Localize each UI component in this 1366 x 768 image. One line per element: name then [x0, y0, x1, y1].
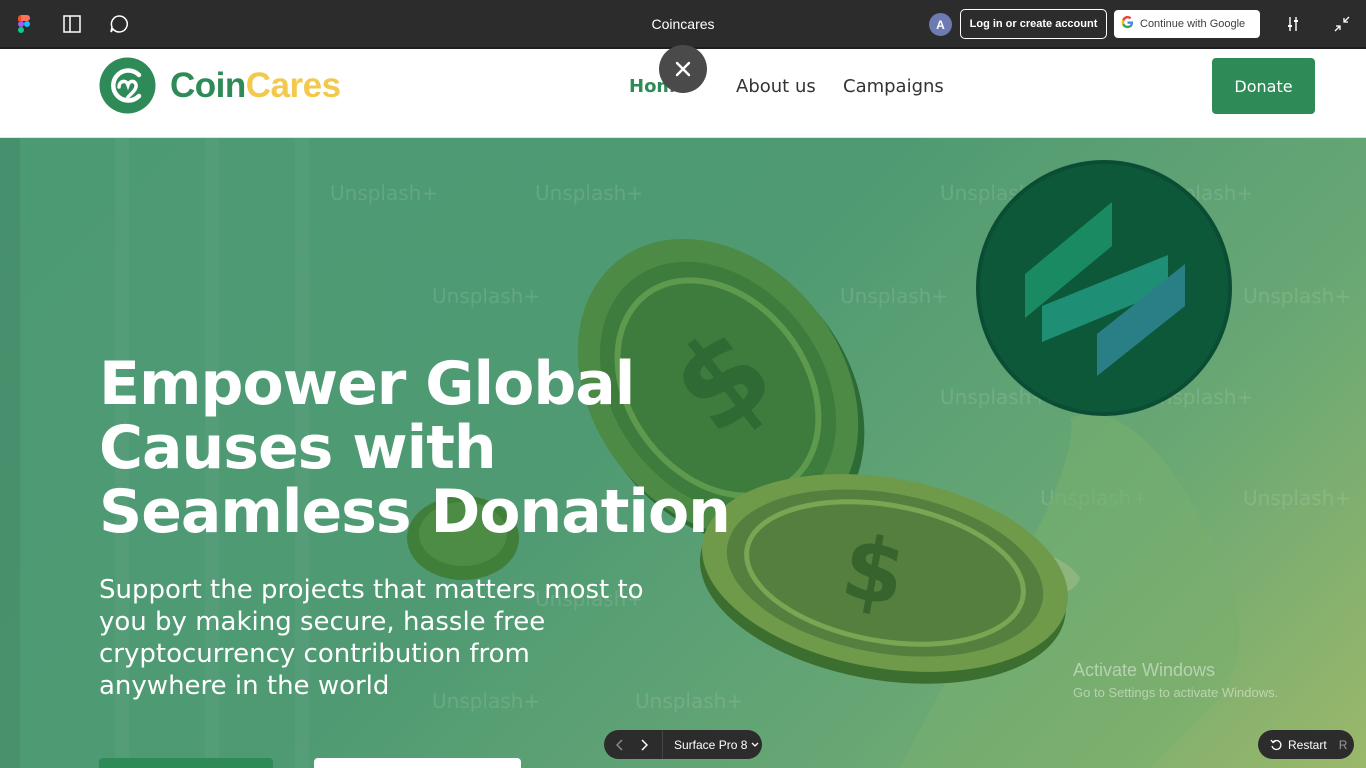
restart-shortcut: R: [1338, 737, 1348, 752]
windows-activation-title: Activate Windows: [1073, 660, 1216, 680]
primary-cta-button[interactable]: [99, 758, 273, 768]
logo-word-cares: Cares: [245, 65, 341, 105]
hero-headline: Empower Global Causes with Seamless Dona…: [99, 349, 731, 547]
login-button[interactable]: Log in or create account: [960, 9, 1107, 39]
restart-button[interactable]: Restart R: [1258, 730, 1354, 759]
device-name: Surface Pro 8: [674, 737, 748, 752]
coincares-logo-icon: [99, 57, 156, 114]
device-switcher: Surface Pro 8: [604, 730, 762, 759]
hero-section: Unsplash+ Unsplash+ Unsplash+ Unsplash+ …: [0, 138, 1366, 768]
svg-text:Unsplash+: Unsplash+: [1243, 486, 1351, 510]
nav-about-us[interactable]: About us: [736, 76, 816, 97]
hero-subheadline: Support the projects that matters most t…: [99, 575, 644, 701]
windows-activation-subtitle: Go to Settings to activate Windows.: [1073, 685, 1279, 700]
next-frame-icon[interactable]: [632, 730, 656, 759]
logo-wordmark: CoinCares: [170, 66, 341, 106]
previous-frame-icon[interactable]: [608, 730, 632, 759]
donate-button[interactable]: Donate: [1212, 58, 1315, 114]
nav-campaigns[interactable]: Campaigns: [843, 76, 944, 97]
google-signin-label: Continue with Google: [1140, 18, 1246, 30]
device-select[interactable]: Surface Pro 8: [663, 738, 759, 752]
svg-text:Unsplash+: Unsplash+: [432, 284, 540, 308]
figma-toolbar: Coincares A Log in or create account Con…: [0, 0, 1366, 49]
close-icon: [675, 61, 691, 77]
svg-text:Unsplash+: Unsplash+: [840, 284, 948, 308]
logo-word-coin: Coin: [170, 65, 246, 105]
coincares-logo[interactable]: CoinCares: [99, 57, 341, 114]
secondary-cta-button[interactable]: [314, 758, 521, 768]
google-icon: [1121, 16, 1134, 32]
svg-text:Unsplash+: Unsplash+: [1243, 284, 1351, 308]
google-signin-button[interactable]: Continue with Google: [1114, 10, 1260, 38]
svg-text:Unsplash+: Unsplash+: [535, 181, 643, 205]
restart-label: Restart: [1288, 737, 1327, 752]
restart-icon: [1270, 739, 1282, 750]
settings-sliders-icon[interactable]: [1281, 12, 1305, 36]
windows-activation-watermark: Activate Windows Go to Settings to activ…: [1073, 660, 1278, 700]
exit-fullscreen-icon[interactable]: [1330, 12, 1354, 36]
chevron-down-icon: [751, 742, 759, 747]
close-overlay-button[interactable]: [659, 45, 707, 93]
svg-text:Unsplash+: Unsplash+: [330, 181, 438, 205]
user-avatar[interactable]: A: [929, 13, 952, 36]
